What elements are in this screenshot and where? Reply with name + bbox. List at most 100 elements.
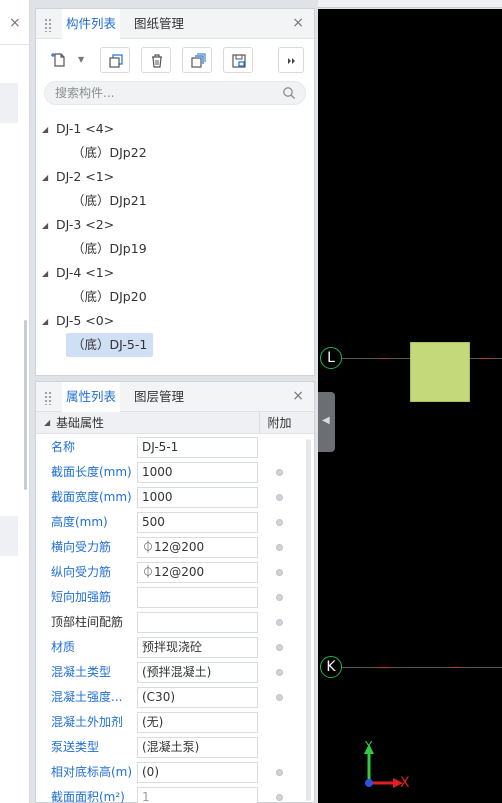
- property-value-field[interactable]: [137, 587, 258, 608]
- attach-checkbox[interactable]: [276, 694, 283, 701]
- tree-group-dj-1[interactable]: ◢ DJ-1 <4>: [36, 117, 314, 141]
- property-row: 泵送类型 (混凝土泵): [36, 735, 306, 760]
- property-value-field[interactable]: 1000: [137, 487, 258, 508]
- tree-group-dj-3[interactable]: ◢ DJ-3 <2>: [36, 213, 314, 237]
- axis-tick: [380, 667, 388, 668]
- left-panel-scrollbar[interactable]: [24, 320, 27, 490]
- trash-icon: [152, 54, 162, 68]
- caret-down-icon[interactable]: ◢: [42, 166, 52, 190]
- tab-layer-management[interactable]: 图层管理: [130, 382, 188, 412]
- property-value-field[interactable]: ⏀12@200: [137, 537, 258, 558]
- attach-checkbox[interactable]: [276, 594, 283, 601]
- axis-tick: [380, 358, 388, 359]
- property-label: 混凝土强度...: [51, 690, 123, 704]
- property-scrollbar[interactable]: [306, 439, 311, 801]
- property-label: 泵送类型: [51, 740, 100, 754]
- search-icon[interactable]: [282, 86, 296, 100]
- property-row: 短向加强筋: [36, 585, 306, 610]
- tree-item-label: （底）DJp19: [72, 241, 147, 256]
- axis-tick: [480, 358, 490, 359]
- component-search: [44, 81, 306, 105]
- property-row: 横向受力筋 ⏀12@200: [36, 535, 306, 560]
- drawing-canvas[interactable]: [318, 9, 502, 803]
- search-input[interactable]: [55, 82, 275, 104]
- drag-grip-icon[interactable]: [44, 18, 52, 32]
- tree-item[interactable]: （底）DJp21: [36, 189, 314, 213]
- caret-down-icon[interactable]: ◢: [42, 262, 52, 286]
- property-value-field[interactable]: ⏀12@200: [137, 562, 258, 583]
- axis-label-l[interactable]: L: [320, 347, 342, 369]
- attach-checkbox[interactable]: [276, 494, 283, 501]
- tree-group-dj-5[interactable]: ◢ DJ-5 <0>: [36, 309, 314, 333]
- property-value-field[interactable]: 1000: [137, 462, 258, 483]
- property-value-field[interactable]: 预拌现浇砼: [137, 637, 258, 658]
- left-panel-item[interactable]: [0, 516, 18, 556]
- property-label: 名称: [51, 440, 76, 454]
- property-rows: 名称 DJ-5-1 截面长度(mm) 1000 截面宽度(mm) 1000 高度(mm) 50…: [36, 435, 306, 803]
- attach-checkbox[interactable]: [276, 519, 283, 526]
- tree-group-dj-2[interactable]: ◢ DJ-2 <1>: [36, 165, 314, 189]
- attach-checkbox[interactable]: [276, 569, 283, 576]
- save-to-library-button[interactable]: [223, 47, 253, 73]
- property-value-field[interactable]: 500: [137, 512, 258, 533]
- coordinate-axes-icon: Y X: [364, 739, 410, 791]
- property-value-field[interactable]: [137, 612, 258, 633]
- attach-checkbox[interactable]: [276, 469, 283, 476]
- property-panel: 属性列表 图层管理 × ◢ 基础属性 附加 名称 DJ-5-1 截面长度(mm) 10…: [35, 381, 315, 803]
- property-value-field[interactable]: (预拌混凝土): [137, 662, 258, 683]
- tree-item-label: （底）DJp22: [72, 145, 147, 160]
- extra-column-header: 附加: [259, 412, 299, 434]
- caret-down-icon[interactable]: ◢: [42, 214, 52, 238]
- tree-item[interactable]: （底）DJp19: [36, 237, 314, 261]
- attach-checkbox[interactable]: [276, 644, 283, 651]
- property-value-field[interactable]: (C30): [137, 687, 258, 708]
- close-icon[interactable]: ×: [292, 16, 304, 30]
- attach-checkbox[interactable]: [276, 794, 283, 801]
- axis-label-k[interactable]: K: [320, 656, 342, 678]
- property-value-field[interactable]: (无): [137, 712, 258, 733]
- drag-grip-icon[interactable]: [44, 391, 52, 405]
- property-value-field[interactable]: (0): [137, 762, 258, 783]
- copy-button[interactable]: [100, 47, 130, 73]
- attach-checkbox[interactable]: [276, 769, 283, 776]
- left-panel-close-icon[interactable]: ×: [9, 16, 21, 30]
- tree-group-dj-4[interactable]: ◢ DJ-4 <1>: [36, 261, 314, 285]
- attach-checkbox[interactable]: [276, 669, 283, 676]
- attach-checkbox[interactable]: [276, 619, 283, 626]
- caret-down-icon[interactable]: ◢: [42, 310, 52, 334]
- tab-drawing-management[interactable]: 图纸管理: [130, 9, 188, 39]
- tab-component-list[interactable]: 构件列表: [62, 9, 121, 40]
- property-label: 混凝土类型: [51, 665, 112, 679]
- delete-button[interactable]: [141, 47, 171, 73]
- left-panel-item[interactable]: [0, 83, 18, 123]
- more-button[interactable]: [278, 47, 304, 73]
- chevron-left-icon[interactable]: ◀: [322, 415, 330, 426]
- attach-checkbox[interactable]: [276, 544, 283, 551]
- caret-down-icon[interactable]: ◢: [42, 118, 52, 142]
- axis-line-k: [330, 667, 502, 668]
- property-label: 材质: [51, 640, 76, 654]
- property-value-field[interactable]: 1: [137, 787, 258, 803]
- foundation-component[interactable]: [410, 342, 470, 402]
- property-row: 混凝土强度... (C30): [36, 685, 306, 710]
- tree-item[interactable]: （底）DJp20: [36, 285, 314, 309]
- property-value-field[interactable]: DJ-5-1: [137, 437, 258, 458]
- property-value-field[interactable]: (混凝土泵): [137, 737, 258, 758]
- close-icon[interactable]: ×: [292, 389, 304, 403]
- new-file-icon: [51, 53, 65, 67]
- tree-group-label: DJ-1 <4>: [55, 121, 115, 136]
- tab-property-list[interactable]: 属性列表: [62, 382, 121, 413]
- property-section-header[interactable]: ◢ 基础属性 附加: [36, 412, 314, 434]
- property-row: 顶部柱间配筋: [36, 610, 306, 635]
- new-component-button[interactable]: [44, 47, 72, 73]
- panel-splitter[interactable]: ◀: [318, 392, 335, 452]
- tree-item-selected[interactable]: （底）DJ-5-1: [36, 333, 314, 357]
- tree-item[interactable]: （底）DJp22: [36, 141, 314, 165]
- chevron-down-icon[interactable]: ▼: [78, 55, 84, 64]
- property-row: 名称 DJ-5-1: [36, 435, 306, 460]
- property-label: 截面宽度(mm): [51, 490, 132, 504]
- property-label: 高度(mm): [51, 515, 108, 529]
- property-row: 高度(mm) 500: [36, 510, 306, 535]
- caret-down-icon[interactable]: ◢: [44, 412, 50, 434]
- duplicate-button[interactable]: [182, 47, 212, 73]
